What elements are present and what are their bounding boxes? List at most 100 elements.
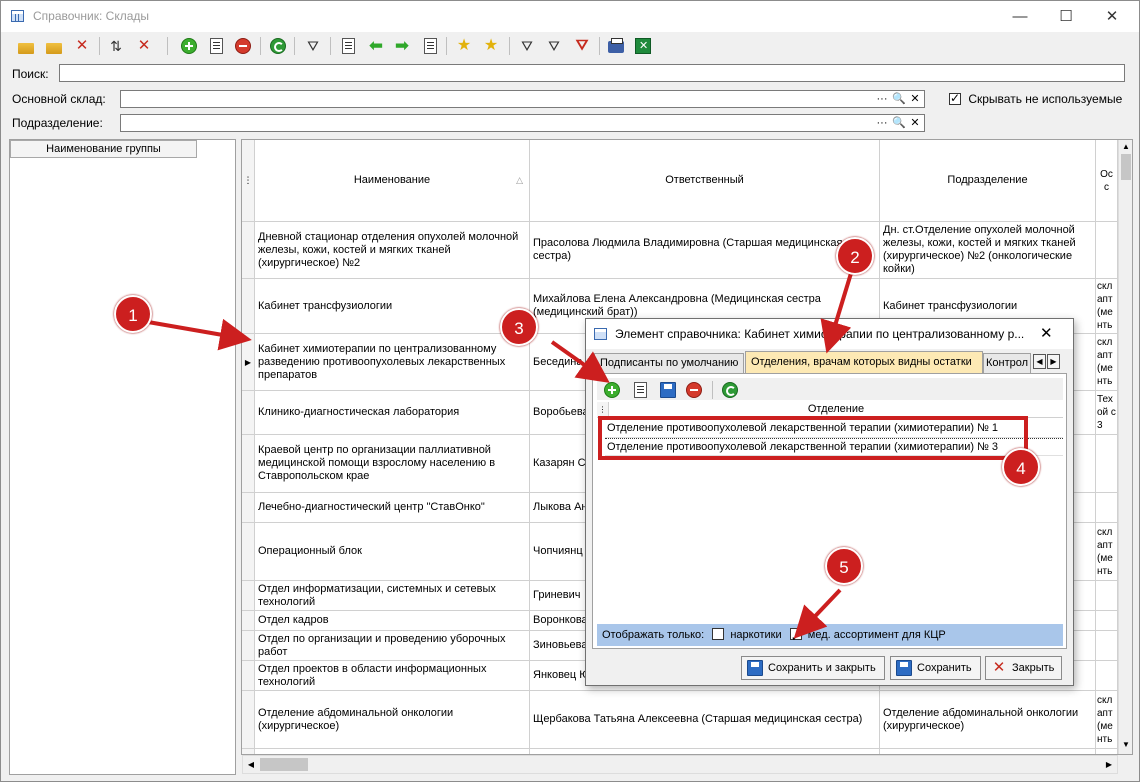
- table-cell-extra[interactable]: [1096, 493, 1118, 523]
- table-cell-extra[interactable]: Тех ой с 3: [1096, 391, 1118, 435]
- close-button[interactable]: ✕: [1089, 1, 1135, 32]
- table-cell-extra[interactable]: [1096, 222, 1118, 279]
- table-cell-resp[interactable]: Щербакова Татьяна Алексеевна (Старшая ме…: [530, 691, 880, 749]
- save-and-close-button[interactable]: Сохранить и закрыть: [741, 656, 885, 680]
- group-tree-pane[interactable]: Наименование группы: [9, 139, 236, 775]
- filter-button[interactable]: ⛛: [516, 35, 538, 57]
- tab-control[interactable]: Контрол: [983, 353, 1031, 373]
- column-header-division[interactable]: Подразделение: [880, 140, 1096, 222]
- narcotics-checkbox[interactable]: [712, 628, 725, 640]
- delete-button[interactable]: [232, 35, 254, 57]
- filter-edit-button[interactable]: ⛛: [543, 35, 565, 57]
- row-selector[interactable]: [242, 435, 255, 493]
- dialog-grid-header[interactable]: ⋮ Отделение: [597, 402, 1063, 418]
- dialog-close-icon[interactable]: ✕: [1040, 324, 1053, 342]
- favorite-add-button[interactable]: ★: [453, 35, 475, 57]
- table-cell-name[interactable]: Отделение абдоминальной онкологии (хирур…: [255, 691, 530, 749]
- print-button[interactable]: [605, 35, 627, 57]
- dialog-row-1[interactable]: Отделение противоопухолевой лекарственно…: [605, 420, 1063, 438]
- row-selector[interactable]: [242, 493, 255, 523]
- maximize-button[interactable]: ☐: [1043, 1, 1089, 32]
- scroll-down-icon[interactable]: ▼: [1119, 738, 1132, 752]
- hide-unused-option[interactable]: Скрывать не используемые: [949, 91, 1122, 106]
- filter-clear-button[interactable]: ⛛: [571, 35, 593, 57]
- clear-icon[interactable]: ✕: [908, 91, 922, 107]
- doc-button[interactable]: [337, 35, 359, 57]
- dialog-close-button[interactable]: ✕ Закрыть: [985, 656, 1062, 680]
- doc-button-2[interactable]: [419, 35, 441, 57]
- division-field[interactable]: ··· 🔍 ✕: [120, 114, 925, 132]
- med-assortment-checkbox[interactable]: [789, 626, 802, 648]
- scroll-up-icon[interactable]: ▲: [1119, 140, 1132, 154]
- delete-group-button[interactable]: ✕: [71, 35, 93, 57]
- table-cell-name[interactable]: Отдел информатизации, системных и сетевы…: [255, 581, 530, 611]
- tab-departments[interactable]: Отделения, врачам которых видны остатки: [745, 351, 983, 373]
- hide-unused-checkbox[interactable]: [949, 91, 961, 105]
- scroll-left-icon[interactable]: ◀: [243, 756, 259, 773]
- table-cell-name[interactable]: Отдел проектов в области информационных …: [255, 661, 530, 691]
- move-right-button[interactable]: ➡: [391, 35, 413, 57]
- clear-icon[interactable]: ✕: [908, 115, 922, 131]
- table-cell-extra[interactable]: [1096, 611, 1118, 631]
- sort-button[interactable]: ⇅: [105, 35, 127, 57]
- table-cell-name[interactable]: Клинико-диагностическая лаборатория: [255, 391, 530, 435]
- row-selector[interactable]: [242, 661, 255, 691]
- table-cell-extra[interactable]: [1096, 581, 1118, 611]
- table-cell-dept[interactable]: Отделение абдоминальной онкологии (хирур…: [880, 691, 1096, 749]
- h-scroll-thumb[interactable]: [260, 758, 308, 771]
- move-left-button[interactable]: ⬅: [365, 35, 387, 57]
- column-header-name[interactable]: Наименование △: [255, 140, 530, 222]
- table-cell-name[interactable]: Краевой центр по организации паллиативно…: [255, 435, 530, 493]
- table-cell-name[interactable]: Кабинет трансфузиологии: [255, 279, 530, 334]
- more-icon[interactable]: ···: [875, 115, 889, 131]
- column-header-responsible[interactable]: Ответственный: [530, 140, 880, 222]
- row-selector[interactable]: [242, 691, 255, 749]
- column-header-department[interactable]: Отделение: [609, 403, 1063, 415]
- export-excel-button[interactable]: [632, 35, 654, 57]
- favorite-down-button[interactable]: ★: [480, 35, 502, 57]
- minimize-button[interactable]: —: [997, 1, 1043, 32]
- row-selector[interactable]: [242, 279, 255, 334]
- table-cell-extra[interactable]: [1096, 661, 1118, 691]
- row-selector[interactable]: [242, 523, 255, 581]
- column-header-extra[interactable]: Ос с: [1096, 140, 1118, 222]
- row-selector[interactable]: [242, 631, 255, 661]
- horizontal-scrollbar[interactable]: ◀ ▶: [242, 755, 1118, 774]
- search-icon[interactable]: 🔍: [892, 115, 906, 131]
- table-cell-extra[interactable]: скл апт (ме нть: [1096, 523, 1118, 581]
- row-selector[interactable]: [242, 611, 255, 631]
- table-cell-extra[interactable]: скл апт (ме нть: [1096, 334, 1118, 391]
- save-button[interactable]: Сохранить: [890, 656, 981, 680]
- table-cell-resp[interactable]: Прасолова Людмила Владимировна (Старшая …: [530, 222, 880, 279]
- row-selector[interactable]: [242, 581, 255, 611]
- table-cell-name[interactable]: Лечебно-диагностический центр "СтавОнко": [255, 493, 530, 523]
- search-icon[interactable]: 🔍: [892, 91, 906, 107]
- filter-group-button[interactable]: ⛛: [302, 35, 324, 57]
- refresh-button[interactable]: [267, 35, 289, 57]
- row-selector[interactable]: ▶: [242, 334, 255, 391]
- more-icon[interactable]: ···: [875, 91, 889, 107]
- dialog-delete-button[interactable]: [683, 379, 705, 401]
- search-input[interactable]: [59, 64, 1125, 82]
- dialog-save-button[interactable]: [657, 379, 679, 401]
- row-selector-header[interactable]: ⋮: [597, 402, 609, 417]
- table-cell-dept[interactable]: Дн. ст.Отделение опухолей молочной желез…: [880, 222, 1096, 279]
- dialog-refresh-button[interactable]: [719, 379, 741, 401]
- delete-sort-button[interactable]: ✕: [133, 35, 155, 57]
- dialog-edit-button[interactable]: [629, 379, 651, 401]
- table-cell-extra[interactable]: скл апт (ме нть: [1096, 691, 1118, 749]
- table-cell-name[interactable]: Отдел по организации и проведению убороч…: [255, 631, 530, 661]
- main-warehouse-field[interactable]: ··· 🔍 ✕: [120, 90, 925, 108]
- scroll-right-icon[interactable]: ▶: [1101, 756, 1117, 773]
- tab-signers[interactable]: Подписанты по умолчанию: [594, 353, 744, 373]
- row-selector[interactable]: [242, 222, 255, 279]
- dialog-row-2[interactable]: Отделение противоопухолевой лекарственно…: [605, 438, 1063, 456]
- add-button[interactable]: [178, 35, 200, 57]
- table-cell-name[interactable]: Отдел кадров: [255, 611, 530, 631]
- dialog-add-button[interactable]: [601, 379, 623, 401]
- add-group-button[interactable]: [15, 35, 37, 57]
- tab-scroll-right-icon[interactable]: ▶: [1047, 354, 1060, 369]
- scroll-thumb[interactable]: [1121, 154, 1131, 180]
- table-cell-name[interactable]: Дневной стационар отделения опухолей мол…: [255, 222, 530, 279]
- group-name-header[interactable]: Наименование группы: [10, 140, 197, 158]
